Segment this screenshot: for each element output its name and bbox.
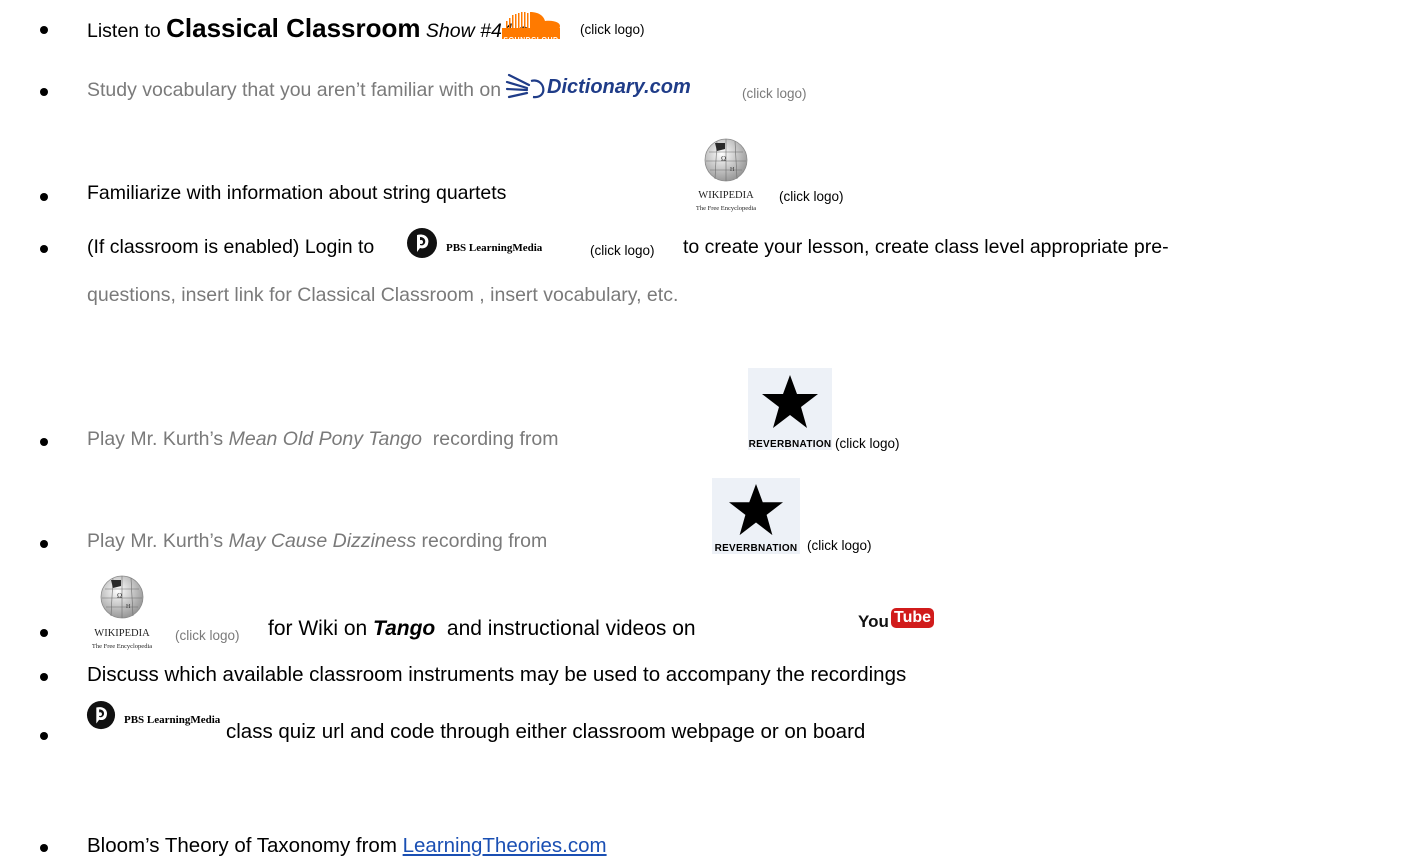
dictionary-swoosh-icon <box>505 73 545 99</box>
item-text: (If classroom is enabled) Login to <box>87 236 375 258</box>
wikipedia-logo[interactable]: Ω H WIKIPEDIA The Free Encyclopedia <box>86 570 158 650</box>
reverbnation-logo[interactable]: REVERBNATION <box>748 368 832 450</box>
click-logo-hint: (click logo) <box>175 628 240 643</box>
pbs-wordmark: PBS LearningMedia <box>446 242 543 254</box>
click-logo-hint: (click logo) <box>580 22 645 37</box>
star-icon <box>762 375 818 428</box>
click-logo-hint: (click logo) <box>807 538 872 553</box>
wikipedia-globe-icon: Ω H <box>704 138 748 182</box>
item-text: Study vocabulary that you aren’t familia… <box>87 79 502 101</box>
item-text-continued: questions, insert link for Classical Cla… <box>87 284 679 306</box>
pbs-head-icon <box>407 228 437 258</box>
bullet <box>40 629 48 637</box>
wikipedia-tagline: The Free Encyclopedia <box>91 643 153 650</box>
item-text-post: recording from <box>432 428 559 450</box>
recording-title: Mean Old Pony Tango <box>228 428 422 450</box>
pbs-learningmedia-logo[interactable]: PBS LearningMedia <box>86 700 226 730</box>
recording-title: May Cause Dizziness <box>228 530 417 552</box>
pbs-wordmark: PBS LearningMedia <box>124 714 221 726</box>
bullet <box>40 88 48 96</box>
wikipedia-logo[interactable]: Ω H WIKIPEDIA The Free Encyclopedia <box>690 133 762 212</box>
wikipedia-globe-icon: Ω H <box>100 575 144 619</box>
bullet <box>40 193 48 201</box>
svg-text:Ω: Ω <box>721 155 726 163</box>
item-text: class quiz url and code through either c… <box>226 720 866 743</box>
item-text: Play Mr. Kurth’s <box>87 530 224 552</box>
reverbnation-logo[interactable]: REVERBNATION <box>712 478 800 554</box>
item-text: Listen to <box>87 20 161 42</box>
svg-text:Ω: Ω <box>117 592 122 600</box>
youtube-wordmark-you: You <box>858 612 889 631</box>
bullet <box>40 245 48 253</box>
item-text-post: recording from <box>421 530 548 552</box>
item-text: Play Mr. Kurth’s <box>87 428 224 450</box>
show-title: Classical Classroom <box>166 13 421 43</box>
dictionary-logo[interactable]: Dictionary.com <box>505 73 730 103</box>
bullet <box>40 26 48 34</box>
reverbnation-wordmark: REVERBNATION <box>748 439 832 450</box>
bullet <box>40 673 48 681</box>
item-text: Familiarize with information about strin… <box>87 182 507 204</box>
item-text-post: to create your lesson, create class leve… <box>683 236 1169 258</box>
item-text: for Wiki on <box>268 617 368 640</box>
item-text: Discuss which available classroom instru… <box>87 663 907 686</box>
soundcloud-logo[interactable]: SOUNDCLOUD <box>500 12 562 44</box>
click-logo-hint: (click logo) <box>779 189 844 204</box>
item-text-post: and instructional videos on <box>446 617 696 640</box>
bullet <box>40 844 48 852</box>
pbs-learningmedia-logo[interactable]: PBS LearningMedia <box>406 227 581 259</box>
bullet <box>40 438 48 446</box>
svg-text:H: H <box>126 604 131 610</box>
svg-text:H: H <box>730 167 735 173</box>
youtube-logo[interactable]: You Tube <box>858 608 935 632</box>
wikipedia-tagline: The Free Encyclopedia <box>695 205 757 212</box>
click-logo-hint: (click logo) <box>742 86 807 101</box>
item-text: Bloom’s Theory of Taxonomy from <box>87 834 397 857</box>
click-logo-hint: (click logo) <box>590 243 655 258</box>
soundcloud-wordmark: SOUNDCLOUD <box>503 37 559 44</box>
star-icon <box>729 483 783 536</box>
pbs-head-icon <box>86 700 116 730</box>
topic-title: Tango <box>373 617 436 640</box>
bullet <box>40 732 48 740</box>
click-logo-hint: (click logo) <box>835 436 900 451</box>
learningtheories-link[interactable]: LearningTheories.com <box>403 834 607 857</box>
bullet <box>40 540 48 548</box>
youtube-wordmark-tube: Tube <box>891 608 935 628</box>
dictionary-wordmark: Dictionary.com <box>547 76 691 98</box>
reverbnation-wordmark: REVERBNATION <box>714 543 798 554</box>
